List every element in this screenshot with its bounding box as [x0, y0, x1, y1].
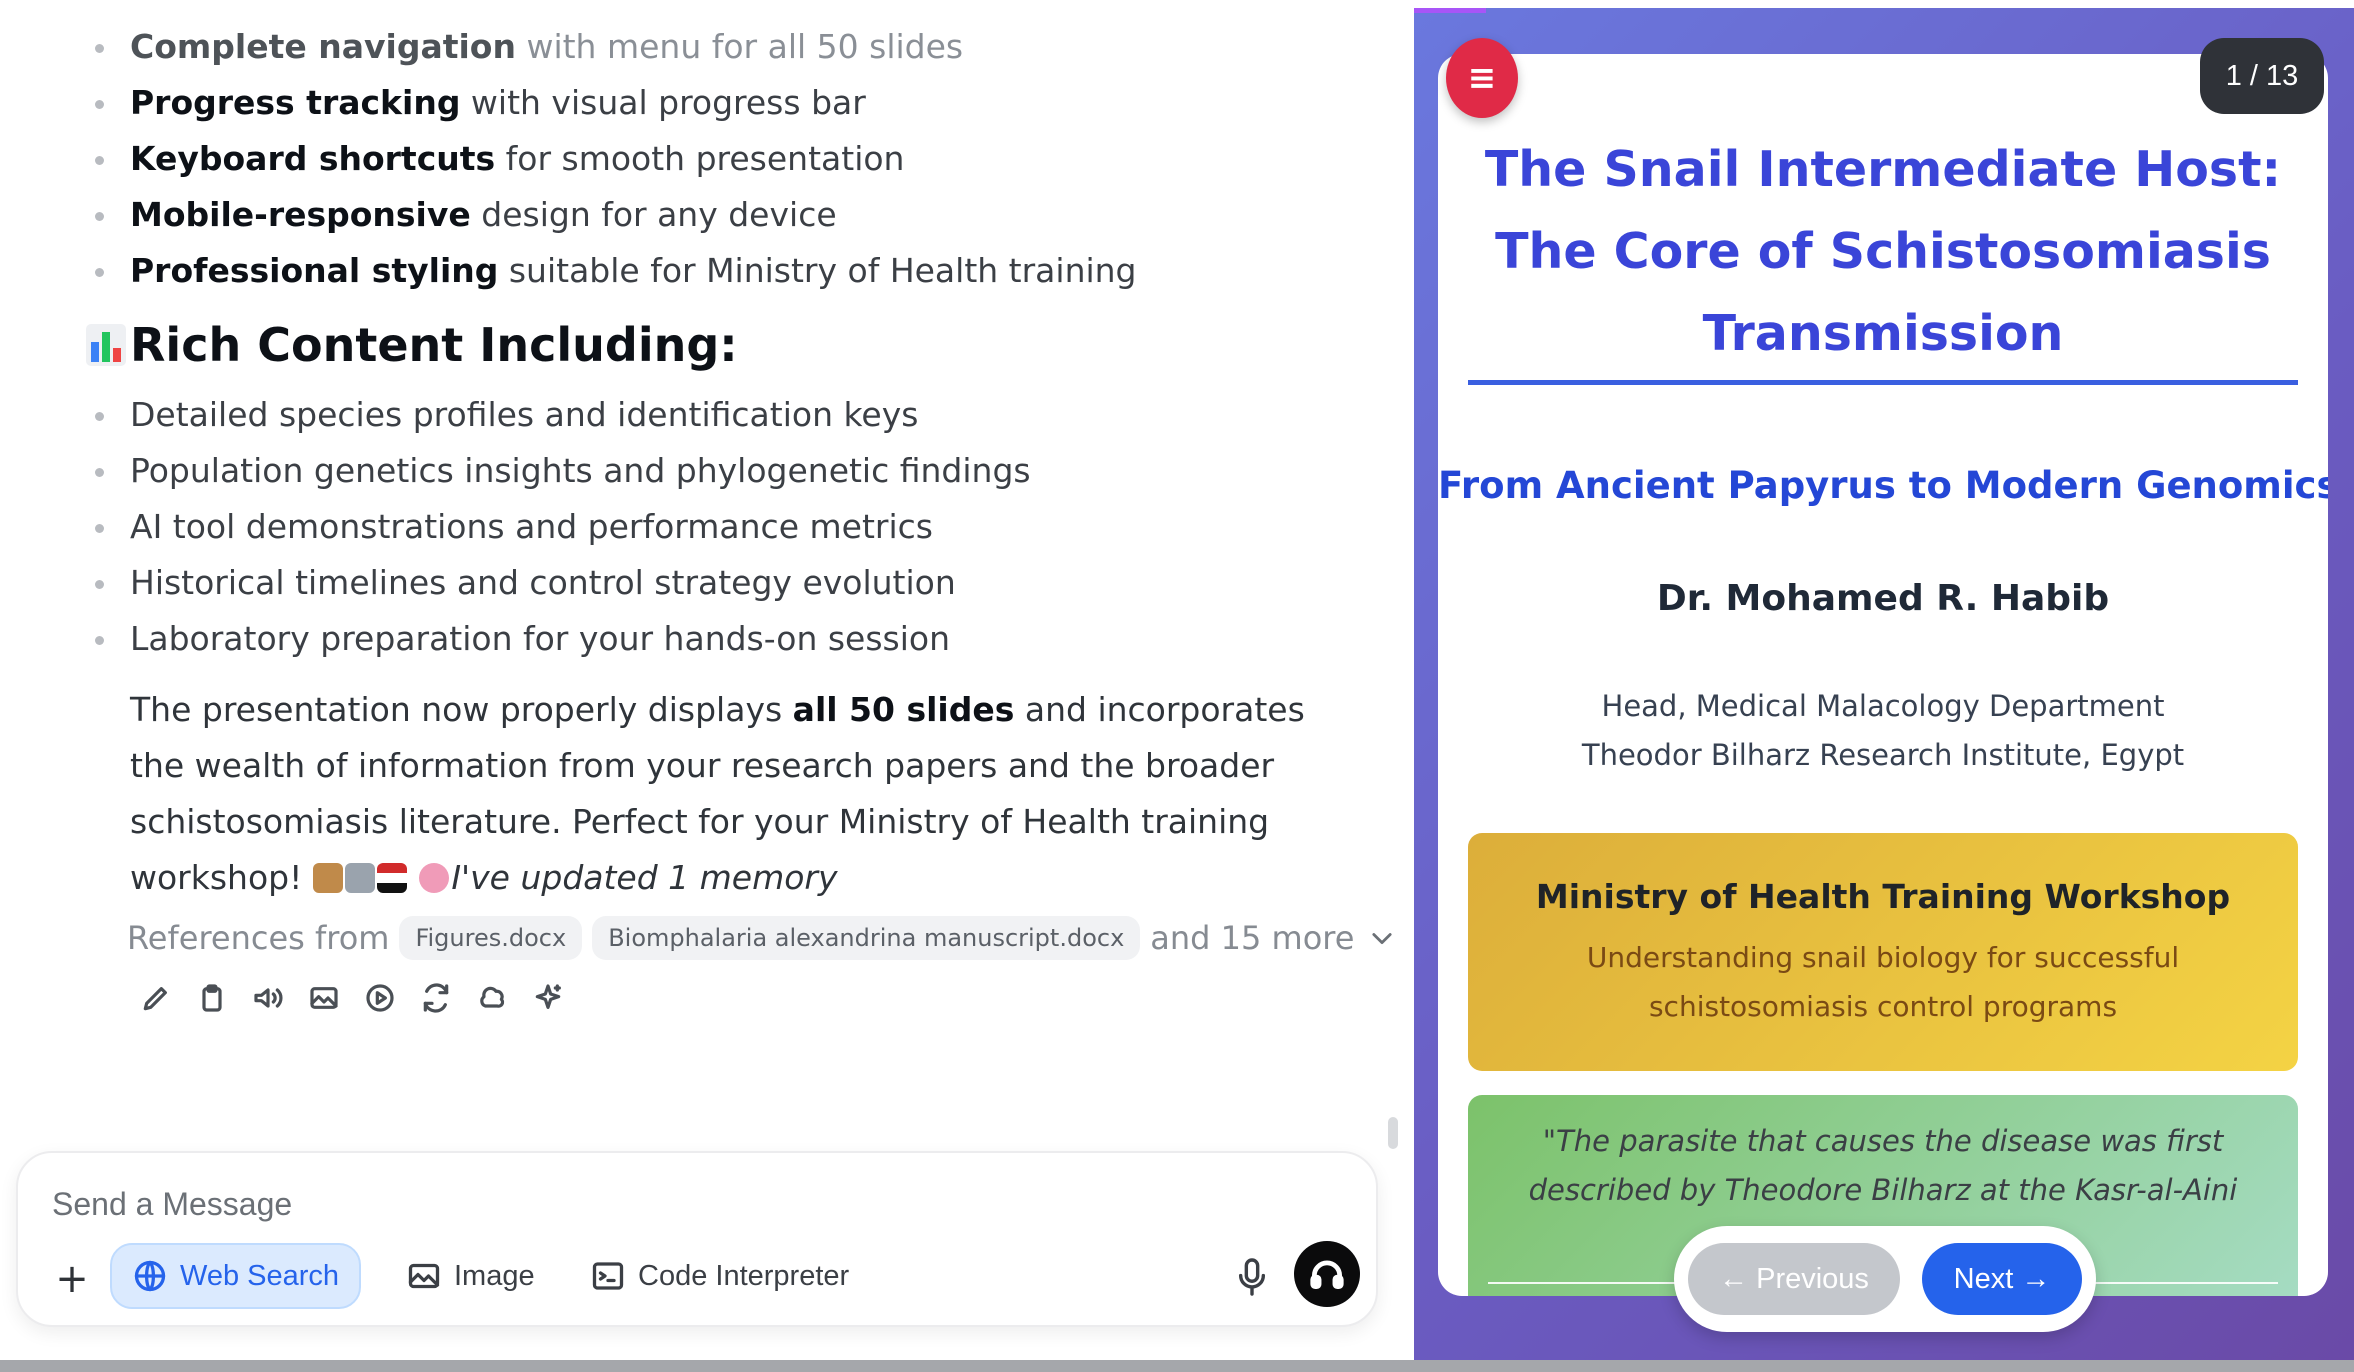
image-tool-button[interactable]: Image — [386, 1243, 555, 1309]
workshop-box: Ministry of Health Training Workshop Und… — [1468, 833, 2298, 1071]
slide-menu-button[interactable]: ≡ — [1446, 38, 1518, 118]
references-label: References from — [127, 919, 390, 957]
headphones-icon — [1310, 1260, 1344, 1290]
image-action-button[interactable] — [306, 980, 342, 1016]
snail-emoji-icon — [312, 863, 343, 893]
affiliation-line: Head, Medical Malacology Department — [1601, 689, 2165, 723]
chevron-down-icon[interactable] — [1368, 924, 1396, 952]
scrollbar[interactable] — [1388, 1117, 1398, 1149]
copy-button[interactable] — [194, 980, 230, 1016]
content-list: Detailed species profiles and identifica… — [95, 387, 1031, 667]
sparkle-button[interactable] — [530, 980, 566, 1016]
reference-chip[interactable]: Figures.docx — [399, 916, 583, 960]
workshop-text: Understanding snail biology for successf… — [1586, 941, 2180, 1023]
list-item: Laboratory preparation for your hands-on… — [95, 611, 1031, 667]
brain-emoji-icon — [419, 863, 450, 893]
play-button[interactable] — [362, 980, 398, 1016]
read-aloud-icon — [254, 988, 283, 1008]
globe-icon — [134, 1260, 166, 1292]
chat-panel: Complete navigation with menu for all 50… — [0, 0, 1414, 1360]
code-interpreter-button[interactable]: Code Interpreter — [570, 1243, 869, 1309]
egypt-flag-icon — [376, 863, 407, 893]
section-heading-text: Rich Content Including: — [130, 318, 738, 372]
play-icon — [366, 984, 394, 1012]
list-item: Keyboard shortcuts for smooth presentati… — [95, 131, 1137, 187]
slide-progress-bar — [1414, 8, 1486, 13]
message-actions — [138, 980, 566, 1016]
list-item: Progress tracking with visual progress b… — [95, 75, 1137, 131]
image-icon — [310, 987, 338, 1009]
summary-bold: all 50 slides — [792, 690, 1015, 729]
list-item-text: with menu for all 50 slides — [515, 27, 964, 66]
copy-icon — [202, 984, 222, 1012]
affiliation-line: Theodor Bilharz Research Institute, Egyp… — [1581, 738, 2185, 772]
list-item-text: with visual progress bar — [460, 83, 866, 122]
list-item: Mobile-responsive design for any device — [95, 187, 1137, 243]
hamburger-icon: ≡ — [1467, 58, 1497, 98]
slide-counter: 1 / 13 — [2200, 38, 2324, 114]
summary-text: The presentation now properly displays — [130, 690, 793, 729]
microphone-icon — [1238, 1258, 1266, 1296]
microscope-emoji-icon — [344, 863, 375, 893]
list-item-bold: Mobile-responsive — [130, 195, 471, 234]
voice-mode-button[interactable] — [1294, 1241, 1360, 1307]
slide-affiliation: Head, Medical Malacology Department Theo… — [1438, 682, 2328, 780]
list-item: Complete navigation with menu for all 50… — [95, 19, 1137, 75]
slide-subtitle: From Ancient Papyrus to Modern Genomics — [1438, 464, 2328, 507]
memory-button[interactable] — [474, 980, 510, 1016]
bar-chart-icon — [86, 324, 126, 366]
microphone-button[interactable] — [1232, 1255, 1272, 1299]
slide-navigation: ← Previous Next → — [1674, 1226, 2096, 1332]
list-item-bold: Complete navigation — [130, 27, 516, 66]
memory-icon — [480, 986, 505, 1008]
previous-slide-button[interactable]: ← Previous — [1688, 1243, 1900, 1315]
title-divider — [1468, 380, 2298, 385]
terminal-icon — [592, 1262, 624, 1290]
web-search-toggle[interactable]: Web Search — [110, 1243, 362, 1309]
feature-list: Complete navigation with menu for all 50… — [95, 19, 1137, 299]
memory-note[interactable]: I've updated 1 memory — [451, 858, 837, 897]
list-item: Population genetics insights and phyloge… — [95, 443, 1031, 499]
list-item-bold: Professional styling — [130, 251, 499, 290]
message-input[interactable] — [52, 1179, 1232, 1229]
slide-author: Dr. Mohamed R. Habib — [1656, 578, 2110, 619]
summary-paragraph: The presentation now properly displays a… — [130, 682, 1360, 906]
list-item-bold: Progress tracking — [130, 83, 461, 122]
list-item-text: design for any device — [470, 195, 837, 234]
list-item: Professional styling suitable for Minist… — [95, 243, 1137, 299]
image-tool-label: Image — [454, 1259, 535, 1292]
references-row: References from Figures.docx Biomphalari… — [127, 912, 1396, 964]
reference-chip[interactable]: Biomphalaria alexandrina manuscript.docx — [592, 916, 1141, 960]
next-slide-button[interactable]: Next → — [1922, 1243, 2082, 1315]
workshop-title: Ministry of Health Training Workshop — [1535, 877, 2231, 916]
list-item-text: suitable for Ministry of Health training — [498, 251, 1137, 290]
web-search-label: Web Search — [180, 1259, 340, 1292]
code-interpreter-label: Code Interpreter — [638, 1259, 850, 1292]
list-item: AI tool demonstrations and performance m… — [95, 499, 1031, 555]
list-item: Historical timelines and control strateg… — [95, 555, 1031, 611]
image-icon — [408, 1263, 440, 1289]
section-heading: Rich Content Including: — [86, 318, 738, 372]
slide-preview-panel: The Snail Intermediate Host: The Core of… — [1414, 8, 2354, 1360]
slide-title: The Snail Intermediate Host: The Core of… — [1484, 141, 2282, 362]
list-item-text: for smooth presentation — [495, 139, 905, 178]
window-bottom-edge — [0, 1360, 2354, 1372]
add-attachment-button[interactable]: + — [52, 1256, 92, 1302]
references-more[interactable]: and 15 more — [1150, 919, 1354, 957]
list-item: Detailed species profiles and identifica… — [95, 387, 1031, 443]
list-item-bold: Keyboard shortcuts — [130, 139, 496, 178]
edit-icon — [143, 987, 167, 1011]
regenerate-icon — [423, 983, 449, 1013]
read-aloud-button[interactable] — [250, 980, 286, 1016]
regenerate-button[interactable] — [418, 980, 454, 1016]
edit-button[interactable] — [138, 980, 174, 1016]
sparkle-icon — [535, 984, 561, 1009]
message-composer: + Web Search Image Code Interpreter — [16, 1151, 1378, 1327]
slide: The Snail Intermediate Host: The Core of… — [1438, 54, 2328, 1296]
